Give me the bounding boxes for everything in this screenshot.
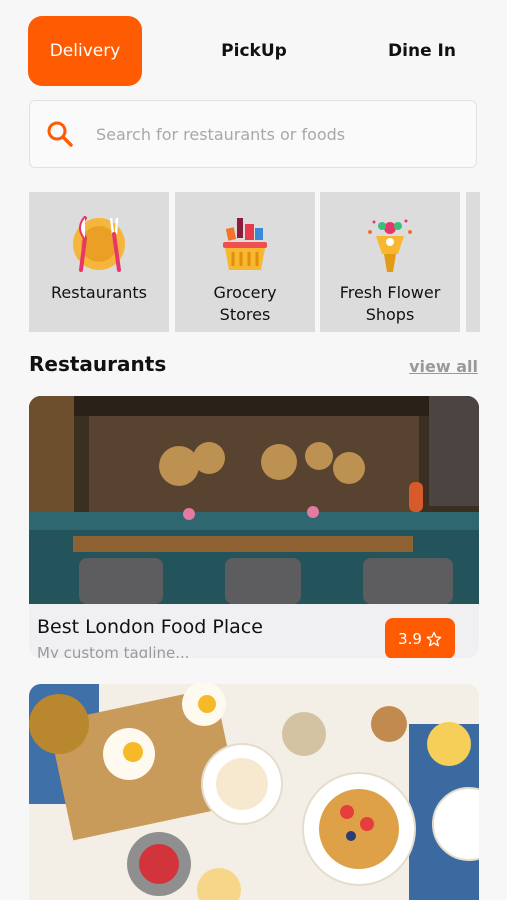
tab-pickup[interactable]: PickUp	[190, 16, 318, 86]
rating-value: 3.9	[398, 629, 422, 648]
star-icon	[426, 631, 442, 646]
restaurant-tagline: My custom tagline...	[37, 644, 190, 658]
category-label: Fresh Flower Shops	[339, 283, 441, 324]
section-title: Restaurants	[29, 352, 167, 376]
grocery-basket-icon	[215, 192, 275, 276]
view-all-link[interactable]: view all	[409, 357, 478, 376]
order-type-tabs: Delivery PickUp Dine In	[0, 0, 507, 100]
tab-dine-in[interactable]: Dine In	[360, 16, 484, 86]
category-label: Grocery Stores	[213, 283, 277, 324]
category-list: Restaurants Grocery Stores Fresh Flower …	[29, 192, 507, 332]
search-bar[interactable]	[29, 100, 477, 168]
rating-badge: 3.9	[385, 618, 455, 658]
search-icon	[47, 121, 73, 147]
restaurant-name: Best London Food Place	[37, 616, 263, 638]
category-restaurants[interactable]: Restaurants	[29, 192, 169, 332]
restaurant-photo	[29, 396, 479, 604]
category-label: Restaurants	[51, 283, 147, 302]
search-input[interactable]	[94, 123, 458, 145]
flower-bouquet-icon	[362, 192, 418, 276]
restaurant-card[interactable]	[29, 684, 479, 900]
restaurant-card[interactable]: Best London Food Place My custom tagline…	[29, 396, 479, 658]
restaurant-photo	[29, 684, 479, 900]
category-partial[interactable]	[466, 192, 480, 332]
category-grocery[interactable]: Grocery Stores	[175, 192, 315, 332]
tab-delivery[interactable]: Delivery	[28, 16, 142, 86]
category-flowers[interactable]: Fresh Flower Shops	[320, 192, 460, 332]
restaurant-plate-icon	[69, 192, 129, 276]
